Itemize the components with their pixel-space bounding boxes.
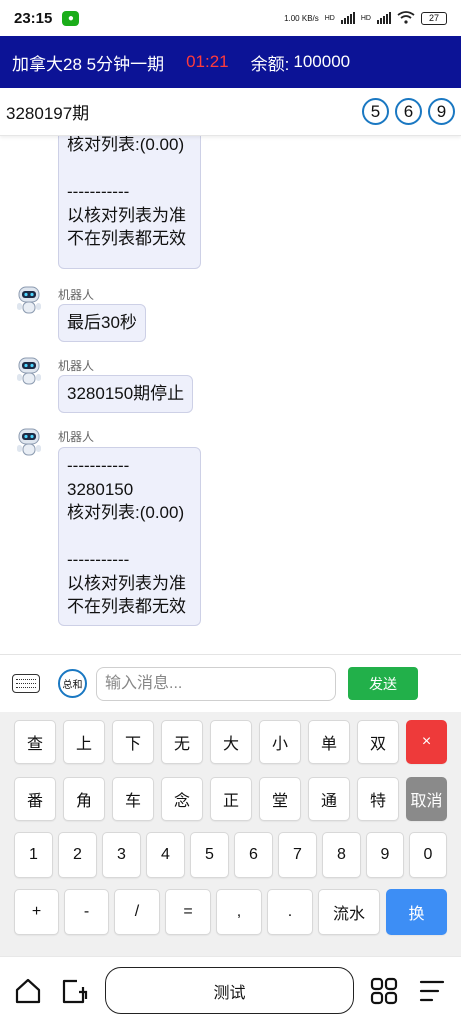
balance-value: 100000 <box>293 52 351 71</box>
home-icon[interactable] <box>14 977 42 1005</box>
message-bubble: ----------- 3280150 核对列表:(0.00) --------… <box>58 447 201 626</box>
key-down[interactable]: 下 <box>112 720 154 764</box>
result-ball-1: 5 <box>362 98 389 125</box>
key-zheng[interactable]: 正 <box>210 777 252 821</box>
key-query[interactable]: 查 <box>14 720 56 764</box>
key-up[interactable]: 上 <box>63 720 105 764</box>
sender-name: 机器人 <box>58 430 95 444</box>
balance-label: 余额: <box>250 54 290 74</box>
message-bubble: 3280150期停止 <box>58 375 194 413</box>
sender-name: 机器人 <box>58 288 95 302</box>
robot-avatar-icon <box>14 284 44 316</box>
key-big[interactable]: 大 <box>210 720 252 764</box>
share-icon[interactable] <box>61 977 89 1005</box>
key-te[interactable]: 特 <box>357 777 399 821</box>
sender-name: 机器人 <box>58 359 95 373</box>
key-equals[interactable]: = <box>165 889 211 935</box>
status-bar: 23:15 ● 1.00 KB/s HD HD 27 <box>0 0 461 36</box>
net-speed: 1.00 KB/s <box>284 13 319 23</box>
key-2[interactable]: 2 <box>58 832 97 878</box>
key-odd[interactable]: 单 <box>308 720 350 764</box>
bet-keypad: 查 上 下 无 大 小 单 双 × 番 角 车 念 正 堂 通 特 取消 1 2… <box>0 712 461 956</box>
key-switch[interactable]: 换 <box>386 889 447 935</box>
sum-button[interactable]: 总和 <box>58 669 87 698</box>
result-ball-2: 6 <box>395 98 422 125</box>
signal-icon <box>340 12 355 24</box>
send-button[interactable]: 发送 <box>348 667 418 700</box>
key-nian[interactable]: 念 <box>161 777 203 821</box>
key-che[interactable]: 车 <box>112 777 154 821</box>
battery-icon: 27 <box>421 11 447 25</box>
status-icons: 1.00 KB/s HD HD 27 <box>284 10 447 26</box>
key-delete[interactable]: × <box>406 720 447 764</box>
menu-icon[interactable] <box>418 977 446 1005</box>
apps-grid-icon[interactable] <box>370 977 398 1005</box>
keyboard-toggle-icon[interactable] <box>12 674 40 693</box>
key-jiao[interactable]: 角 <box>63 777 105 821</box>
result-balls: 5 6 9 <box>362 98 455 125</box>
key-slash[interactable]: / <box>114 889 160 935</box>
key-6[interactable]: 6 <box>234 832 273 878</box>
robot-avatar-icon <box>14 355 44 387</box>
key-history[interactable]: 流水 <box>318 889 380 935</box>
key-minus[interactable]: - <box>64 889 109 935</box>
bottom-nav: 测试 <box>0 956 461 1024</box>
message-bubble: 核对列表:(0.00) ----------- 以核对列表为准 不在列表都无效 <box>58 136 201 269</box>
wechat-icon: ● <box>62 10 80 26</box>
game-header: 加拿大28 5分钟一期 01:21 余额: 100000 <box>0 36 461 88</box>
key-1[interactable]: 1 <box>14 832 53 878</box>
key-0[interactable]: 0 <box>409 832 447 878</box>
robot-avatar-icon <box>14 426 44 458</box>
key-tong[interactable]: 通 <box>308 777 350 821</box>
key-comma[interactable]: , <box>216 889 262 935</box>
game-title: 加拿大28 5分钟一期 <box>12 54 165 74</box>
status-time: 23:15 <box>14 9 53 27</box>
key-fan[interactable]: 番 <box>14 777 56 821</box>
hd-badge-2: HD <box>360 14 371 22</box>
wifi-icon <box>397 10 415 26</box>
key-7[interactable]: 7 <box>278 832 317 878</box>
key-none[interactable]: 无 <box>161 720 203 764</box>
key-tang[interactable]: 堂 <box>259 777 301 821</box>
key-small[interactable]: 小 <box>259 720 301 764</box>
key-cancel[interactable]: 取消 <box>406 777 447 821</box>
key-3[interactable]: 3 <box>102 832 141 878</box>
key-plus[interactable]: + <box>14 889 59 935</box>
period-bar: 3280197期 5 6 9 <box>0 88 461 136</box>
result-ball-3: 9 <box>428 98 455 125</box>
key-even[interactable]: 双 <box>357 720 399 764</box>
key-4[interactable]: 4 <box>146 832 185 878</box>
message-input[interactable] <box>96 666 336 701</box>
test-button[interactable]: 测试 <box>105 967 354 1014</box>
hd-badge-1: HD <box>324 14 335 22</box>
message-input-bar: 总和 发送 <box>0 654 461 712</box>
message-bubble: 最后30秒 <box>58 304 146 342</box>
chat-list[interactable]: 核对列表:(0.00) ----------- 以核对列表为准 不在列表都无效 … <box>0 136 461 654</box>
current-period: 3280197期 <box>6 104 90 123</box>
key-5[interactable]: 5 <box>190 832 229 878</box>
countdown-timer: 01:21 <box>186 52 229 71</box>
key-8[interactable]: 8 <box>322 832 361 878</box>
signal-icon-2 <box>377 12 391 24</box>
key-9[interactable]: 9 <box>366 832 404 878</box>
key-period[interactable]: . <box>267 889 313 935</box>
